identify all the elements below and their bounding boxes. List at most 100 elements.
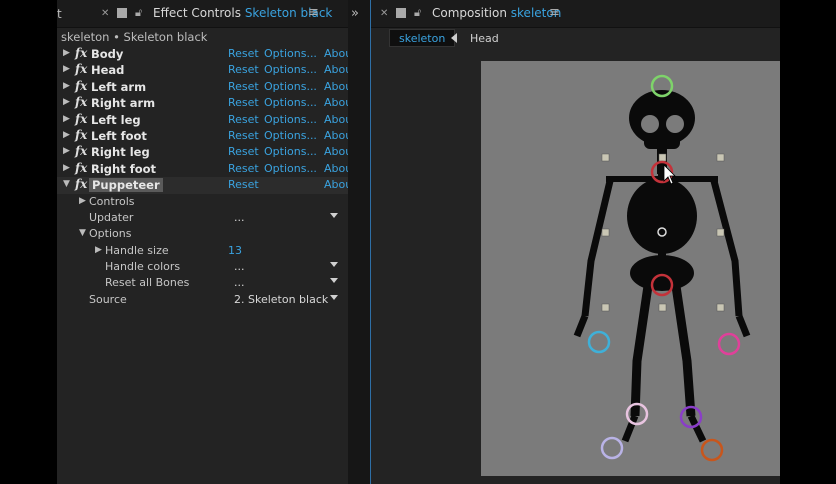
panel-divider[interactable] (348, 0, 370, 484)
flow-child-comp[interactable]: Head (470, 32, 499, 45)
reset-link[interactable]: Reset (228, 96, 259, 109)
effect-name-selected: Puppeteer (89, 178, 163, 193)
expand-triangle-icon[interactable]: ▶ (63, 81, 70, 91)
tab-composition[interactable]: Composition skeleton (432, 6, 561, 20)
expand-triangle-icon[interactable]: ▶ (95, 245, 102, 255)
panel-menu-square-icon[interactable] (396, 8, 406, 18)
reset-link[interactable]: Reset (228, 47, 259, 60)
prop-handle-size[interactable]: ▶ Handle size 13 (57, 243, 348, 259)
options-link[interactable]: Options... (264, 80, 317, 93)
effect-row-right-foot[interactable]: ▶ fx Right foot Reset Options... Abou (57, 161, 348, 177)
reset-link[interactable]: Reset (228, 63, 259, 76)
left-foot-handle[interactable] (600, 436, 624, 460)
more-panels-chevron-icon[interactable]: » (351, 6, 359, 21)
effect-controls-header: skeleton • Skeleton black (61, 30, 208, 44)
options-link[interactable]: Options... (264, 47, 317, 60)
prop-controls[interactable]: ▶ Controls (57, 194, 348, 210)
left-hand-handle[interactable] (587, 330, 611, 354)
lock-icon[interactable]: 🔓︎ (135, 6, 142, 20)
expand-triangle-icon[interactable]: ▶ (63, 163, 70, 173)
collapse-triangle-icon[interactable]: ▼ (79, 228, 86, 238)
panel-menu-icon[interactable]: ≡ (308, 5, 319, 20)
flow-left-arrow-icon[interactable] (451, 33, 457, 43)
fx-icon[interactable]: fx (75, 177, 87, 191)
effect-row-left-arm[interactable]: ▶ fx Left arm Reset Options... Abou (57, 79, 348, 95)
composition-viewer[interactable] (371, 50, 780, 484)
expand-triangle-icon[interactable]: ▶ (79, 196, 86, 206)
flow-comp-button[interactable]: skeleton (389, 29, 456, 47)
effect-row-left-foot[interactable]: ▶ fx Left foot Reset Options... Abou (57, 128, 348, 144)
options-link[interactable]: Options... (264, 113, 317, 126)
handle-size-value[interactable]: 13 (228, 244, 242, 257)
reset-link[interactable]: Reset (228, 129, 259, 142)
effect-row-puppeteer[interactable]: ▼ fx Puppeteer Reset Abou (57, 177, 348, 194)
effect-row-body[interactable]: ▶ fx Body Reset Options... Abou (57, 46, 348, 62)
panel-menu-square-icon[interactable] (117, 8, 127, 18)
right-foot-handle[interactable] (700, 438, 724, 462)
expand-triangle-icon[interactable]: ▶ (63, 97, 70, 107)
about-link[interactable]: Abou (324, 63, 348, 76)
reset-link[interactable]: Reset (228, 145, 259, 158)
reset-link[interactable]: Reset (228, 80, 259, 93)
fx-icon[interactable]: fx (75, 46, 87, 60)
fx-icon[interactable]: fx (75, 79, 87, 93)
fx-icon[interactable]: fx (75, 112, 87, 126)
fx-icon[interactable]: fx (75, 95, 87, 109)
expand-triangle-icon[interactable]: ▶ (63, 114, 70, 124)
close-tab-icon[interactable]: ✕ (101, 8, 109, 19)
collapse-triangle-icon[interactable]: ▼ (63, 179, 70, 189)
lock-icon[interactable]: 🔓︎ (414, 6, 421, 20)
fx-icon[interactable]: fx (75, 128, 87, 142)
options-link[interactable]: Options... (264, 162, 317, 175)
fx-icon[interactable]: fx (75, 161, 87, 175)
about-link[interactable]: Abou (324, 80, 348, 93)
prop-reset-bones[interactable]: Reset all Bones ... (57, 275, 348, 291)
close-tab-icon[interactable]: ✕ (380, 8, 388, 19)
panel-menu-icon[interactable]: ≡ (549, 5, 560, 20)
effect-row-head[interactable]: ▶ fx Head Reset Options... Abou (57, 62, 348, 78)
reset-link[interactable]: Reset (228, 178, 259, 191)
prop-handle-colors[interactable]: Handle colors ... (57, 259, 348, 275)
about-link[interactable]: Abou (324, 162, 348, 175)
effect-name: Right leg (91, 145, 150, 160)
dropdown-arrow-icon[interactable] (330, 294, 338, 300)
previous-tab-fragment[interactable]: t (57, 7, 62, 21)
dropdown-arrow-icon[interactable] (330, 278, 338, 284)
prop-source[interactable]: Source 2. Skeleton black (57, 292, 348, 308)
reset-link[interactable]: Reset (228, 162, 259, 175)
effect-row-right-leg[interactable]: ▶ fx Right leg Reset Options... Abou (57, 144, 348, 160)
dropdown-arrow-icon[interactable] (330, 212, 338, 218)
expand-triangle-icon[interactable]: ▶ (63, 64, 70, 74)
expand-triangle-icon[interactable]: ▶ (63, 48, 70, 58)
options-link[interactable]: Options... (264, 96, 317, 109)
about-link[interactable]: Abou (324, 145, 348, 158)
updater-dropdown-value[interactable]: ... (234, 211, 245, 224)
about-link[interactable]: Abou (324, 47, 348, 60)
about-link[interactable]: Abou (324, 113, 348, 126)
prop-updater[interactable]: Updater ... (57, 210, 348, 226)
about-link[interactable]: Abou (324, 129, 348, 142)
expand-triangle-icon[interactable]: ▶ (63, 146, 70, 156)
options-link[interactable]: Options... (264, 129, 317, 142)
options-link[interactable]: Options... (264, 145, 317, 158)
handle-colors-dropdown-value[interactable]: ... (234, 260, 245, 273)
reset-link[interactable]: Reset (228, 113, 259, 126)
composition-canvas[interactable] (481, 61, 780, 476)
effect-row-right-arm[interactable]: ▶ fx Right arm Reset Options... Abou (57, 95, 348, 111)
about-link[interactable]: Abou (324, 178, 348, 191)
expand-triangle-icon[interactable]: ▶ (63, 130, 70, 140)
right-hand-handle[interactable] (717, 332, 741, 356)
fx-icon[interactable]: fx (75, 62, 87, 76)
source-dropdown-value[interactable]: 2. Skeleton black (234, 293, 328, 306)
skeleton-illustration[interactable] (481, 61, 780, 476)
prop-options[interactable]: ▼ Options (57, 226, 348, 242)
prop-label: Updater (89, 210, 134, 224)
skull-eye-left (641, 115, 659, 133)
dropdown-arrow-icon[interactable] (330, 262, 338, 268)
fx-icon[interactable]: fx (75, 144, 87, 158)
options-link[interactable]: Options... (264, 63, 317, 76)
effect-row-left-leg[interactable]: ▶ fx Left leg Reset Options... Abou (57, 112, 348, 128)
reset-bones-dropdown-value[interactable]: ... (234, 276, 245, 289)
about-link[interactable]: Abou (324, 96, 348, 109)
tab-effect-controls[interactable]: Effect Controls Skeleton black (153, 6, 332, 20)
